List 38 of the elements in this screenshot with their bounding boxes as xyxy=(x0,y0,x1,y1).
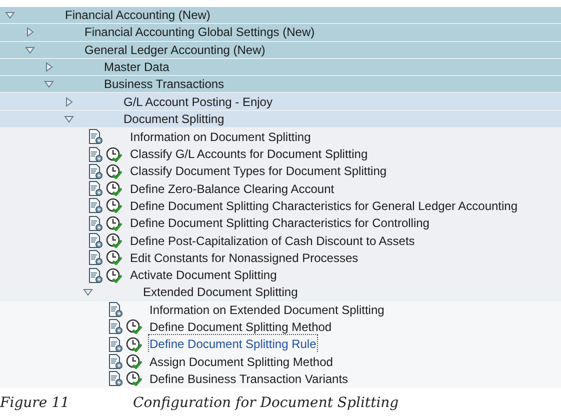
collapse-triangle-icon[interactable] xyxy=(5,10,15,20)
collapse-triangle-icon[interactable] xyxy=(24,44,34,55)
document-gear-icon[interactable] xyxy=(88,129,103,144)
clock-check-icon[interactable] xyxy=(106,216,122,231)
document-gear-icon[interactable] xyxy=(88,268,103,283)
clock-check-icon[interactable] xyxy=(106,146,122,162)
document-gear-icon[interactable] xyxy=(88,164,103,179)
clock-check-icon[interactable] xyxy=(106,250,122,266)
clock-check-icon[interactable] xyxy=(126,354,142,370)
collapse-triangle-icon[interactable] xyxy=(44,79,54,90)
clock-check-icon[interactable] xyxy=(106,268,122,283)
document-gear-icon[interactable] xyxy=(88,181,103,196)
document-gear-icon[interactable] xyxy=(88,198,103,214)
document-gear-icon[interactable] xyxy=(88,216,103,231)
clock-check-icon[interactable] xyxy=(126,336,142,352)
document-gear-icon[interactable] xyxy=(108,354,122,370)
document-gear-icon[interactable] xyxy=(88,233,103,248)
expand-triangle-icon[interactable] xyxy=(44,62,54,72)
tree-node-label[interactable]: Document Splitting xyxy=(124,110,224,128)
document-gear-icon[interactable] xyxy=(108,319,122,334)
figure-number: Figure 11 xyxy=(0,394,70,413)
collapse-triangle-icon[interactable] xyxy=(64,114,74,124)
expand-triangle-icon[interactable] xyxy=(64,96,74,107)
document-gear-icon[interactable] xyxy=(88,250,103,266)
document-gear-icon[interactable] xyxy=(108,336,122,352)
document-gear-icon[interactable] xyxy=(108,371,122,386)
expand-triangle-icon[interactable] xyxy=(24,27,34,38)
tree-node-label[interactable]: Master Data xyxy=(104,58,170,76)
clock-check-icon[interactable] xyxy=(106,233,122,248)
clock-check-icon[interactable] xyxy=(106,164,122,179)
clock-check-icon[interactable] xyxy=(126,371,142,386)
clock-check-icon[interactable] xyxy=(126,319,142,334)
figure-caption: Configuration for Document Splitting xyxy=(133,394,399,413)
clock-check-icon[interactable] xyxy=(106,198,122,214)
collapse-triangle-icon[interactable] xyxy=(83,286,93,297)
document-gear-icon[interactable] xyxy=(88,146,103,162)
clock-check-icon[interactable] xyxy=(106,181,122,196)
document-gear-icon[interactable] xyxy=(108,302,122,318)
